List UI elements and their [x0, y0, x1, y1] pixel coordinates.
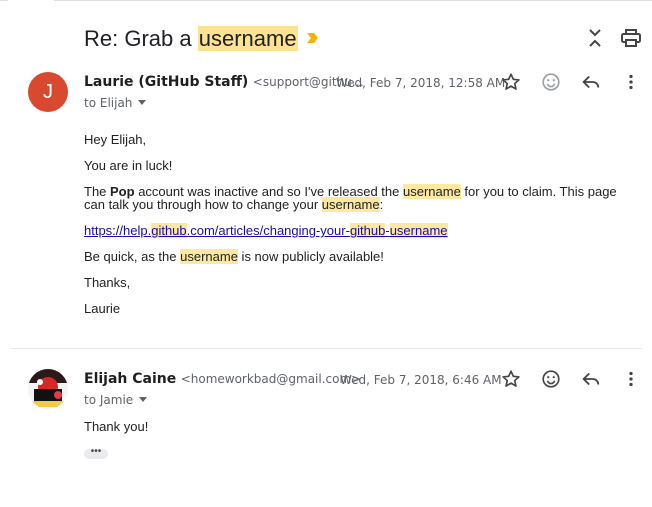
- more-vert-icon: [629, 371, 633, 387]
- recipient-dropdown[interactable]: to Jamie: [84, 391, 148, 409]
- more-vert-icon: [629, 74, 633, 90]
- star-button[interactable]: [500, 71, 522, 93]
- collapse-all-button[interactable]: [583, 26, 607, 50]
- label-important-icon[interactable]: [304, 30, 320, 46]
- star-button[interactable]: [500, 368, 522, 390]
- add-reaction-icon: [542, 370, 560, 388]
- sender-avatar[interactable]: J: [28, 72, 68, 112]
- body-paragraph: The Pop account was inactive and so I've…: [84, 184, 617, 212]
- more-options-button[interactable]: [620, 368, 642, 390]
- message-divider: [10, 348, 642, 349]
- more-options-button[interactable]: [620, 71, 642, 93]
- sender-email: <homeworkbad@gmail.com>: [180, 372, 362, 386]
- sender-name[interactable]: Laurie (GitHub Staff): [84, 74, 248, 90]
- top-border: [0, 0, 652, 2]
- chevron-down-icon: [138, 100, 147, 105]
- recipient-dropdown[interactable]: to Elijah: [84, 94, 147, 112]
- print-button[interactable]: [619, 26, 643, 50]
- body-line: Thank you!: [84, 419, 149, 434]
- sender-info: Laurie (GitHub Staff) <support@githu…: [84, 72, 364, 92]
- sender-avatar[interactable]: [28, 369, 68, 409]
- reply-icon: [582, 372, 600, 386]
- recipient-label: to Jamie: [84, 393, 134, 407]
- subject-highlight: username: [197, 26, 298, 51]
- message-date[interactable]: Wed, Feb 7, 2018, 12:58 AM: [336, 73, 505, 93]
- reply-button[interactable]: [580, 71, 602, 93]
- unfold-less-icon: [589, 29, 601, 47]
- message-date[interactable]: Wed, Feb 7, 2018, 6:46 AM: [340, 370, 502, 390]
- add-reaction-icon: [542, 73, 560, 91]
- print-icon: [621, 29, 641, 47]
- reply-icon: [582, 75, 600, 89]
- show-trimmed-content-button[interactable]: •••: [84, 447, 108, 459]
- sender-name[interactable]: Elijah Caine: [84, 371, 176, 387]
- help-link[interactable]: https://help.github.com/articles/changin…: [84, 223, 448, 238]
- thread-subject: Re: Grab a username: [84, 24, 298, 54]
- closing: Thanks,: [84, 275, 131, 290]
- star-outline-icon: [502, 73, 520, 90]
- chevron-down-icon: [139, 397, 148, 402]
- body-line: You are in luck!: [84, 158, 173, 173]
- recipient-label: to Elijah: [84, 96, 133, 110]
- sender-info: Elijah Caine <homeworkbad@gmail.com>: [84, 369, 361, 389]
- greeting: Hey Elijah,: [84, 132, 147, 147]
- reply-button[interactable]: [580, 368, 602, 390]
- star-outline-icon: [502, 370, 520, 387]
- subject-prefix: Re: Grab a: [84, 26, 198, 51]
- add-reaction-button[interactable]: [540, 368, 562, 390]
- signature: Laurie: [84, 301, 121, 316]
- add-reaction-button[interactable]: [540, 71, 562, 93]
- body-line: Be quick, as the username is now publicl…: [84, 249, 384, 264]
